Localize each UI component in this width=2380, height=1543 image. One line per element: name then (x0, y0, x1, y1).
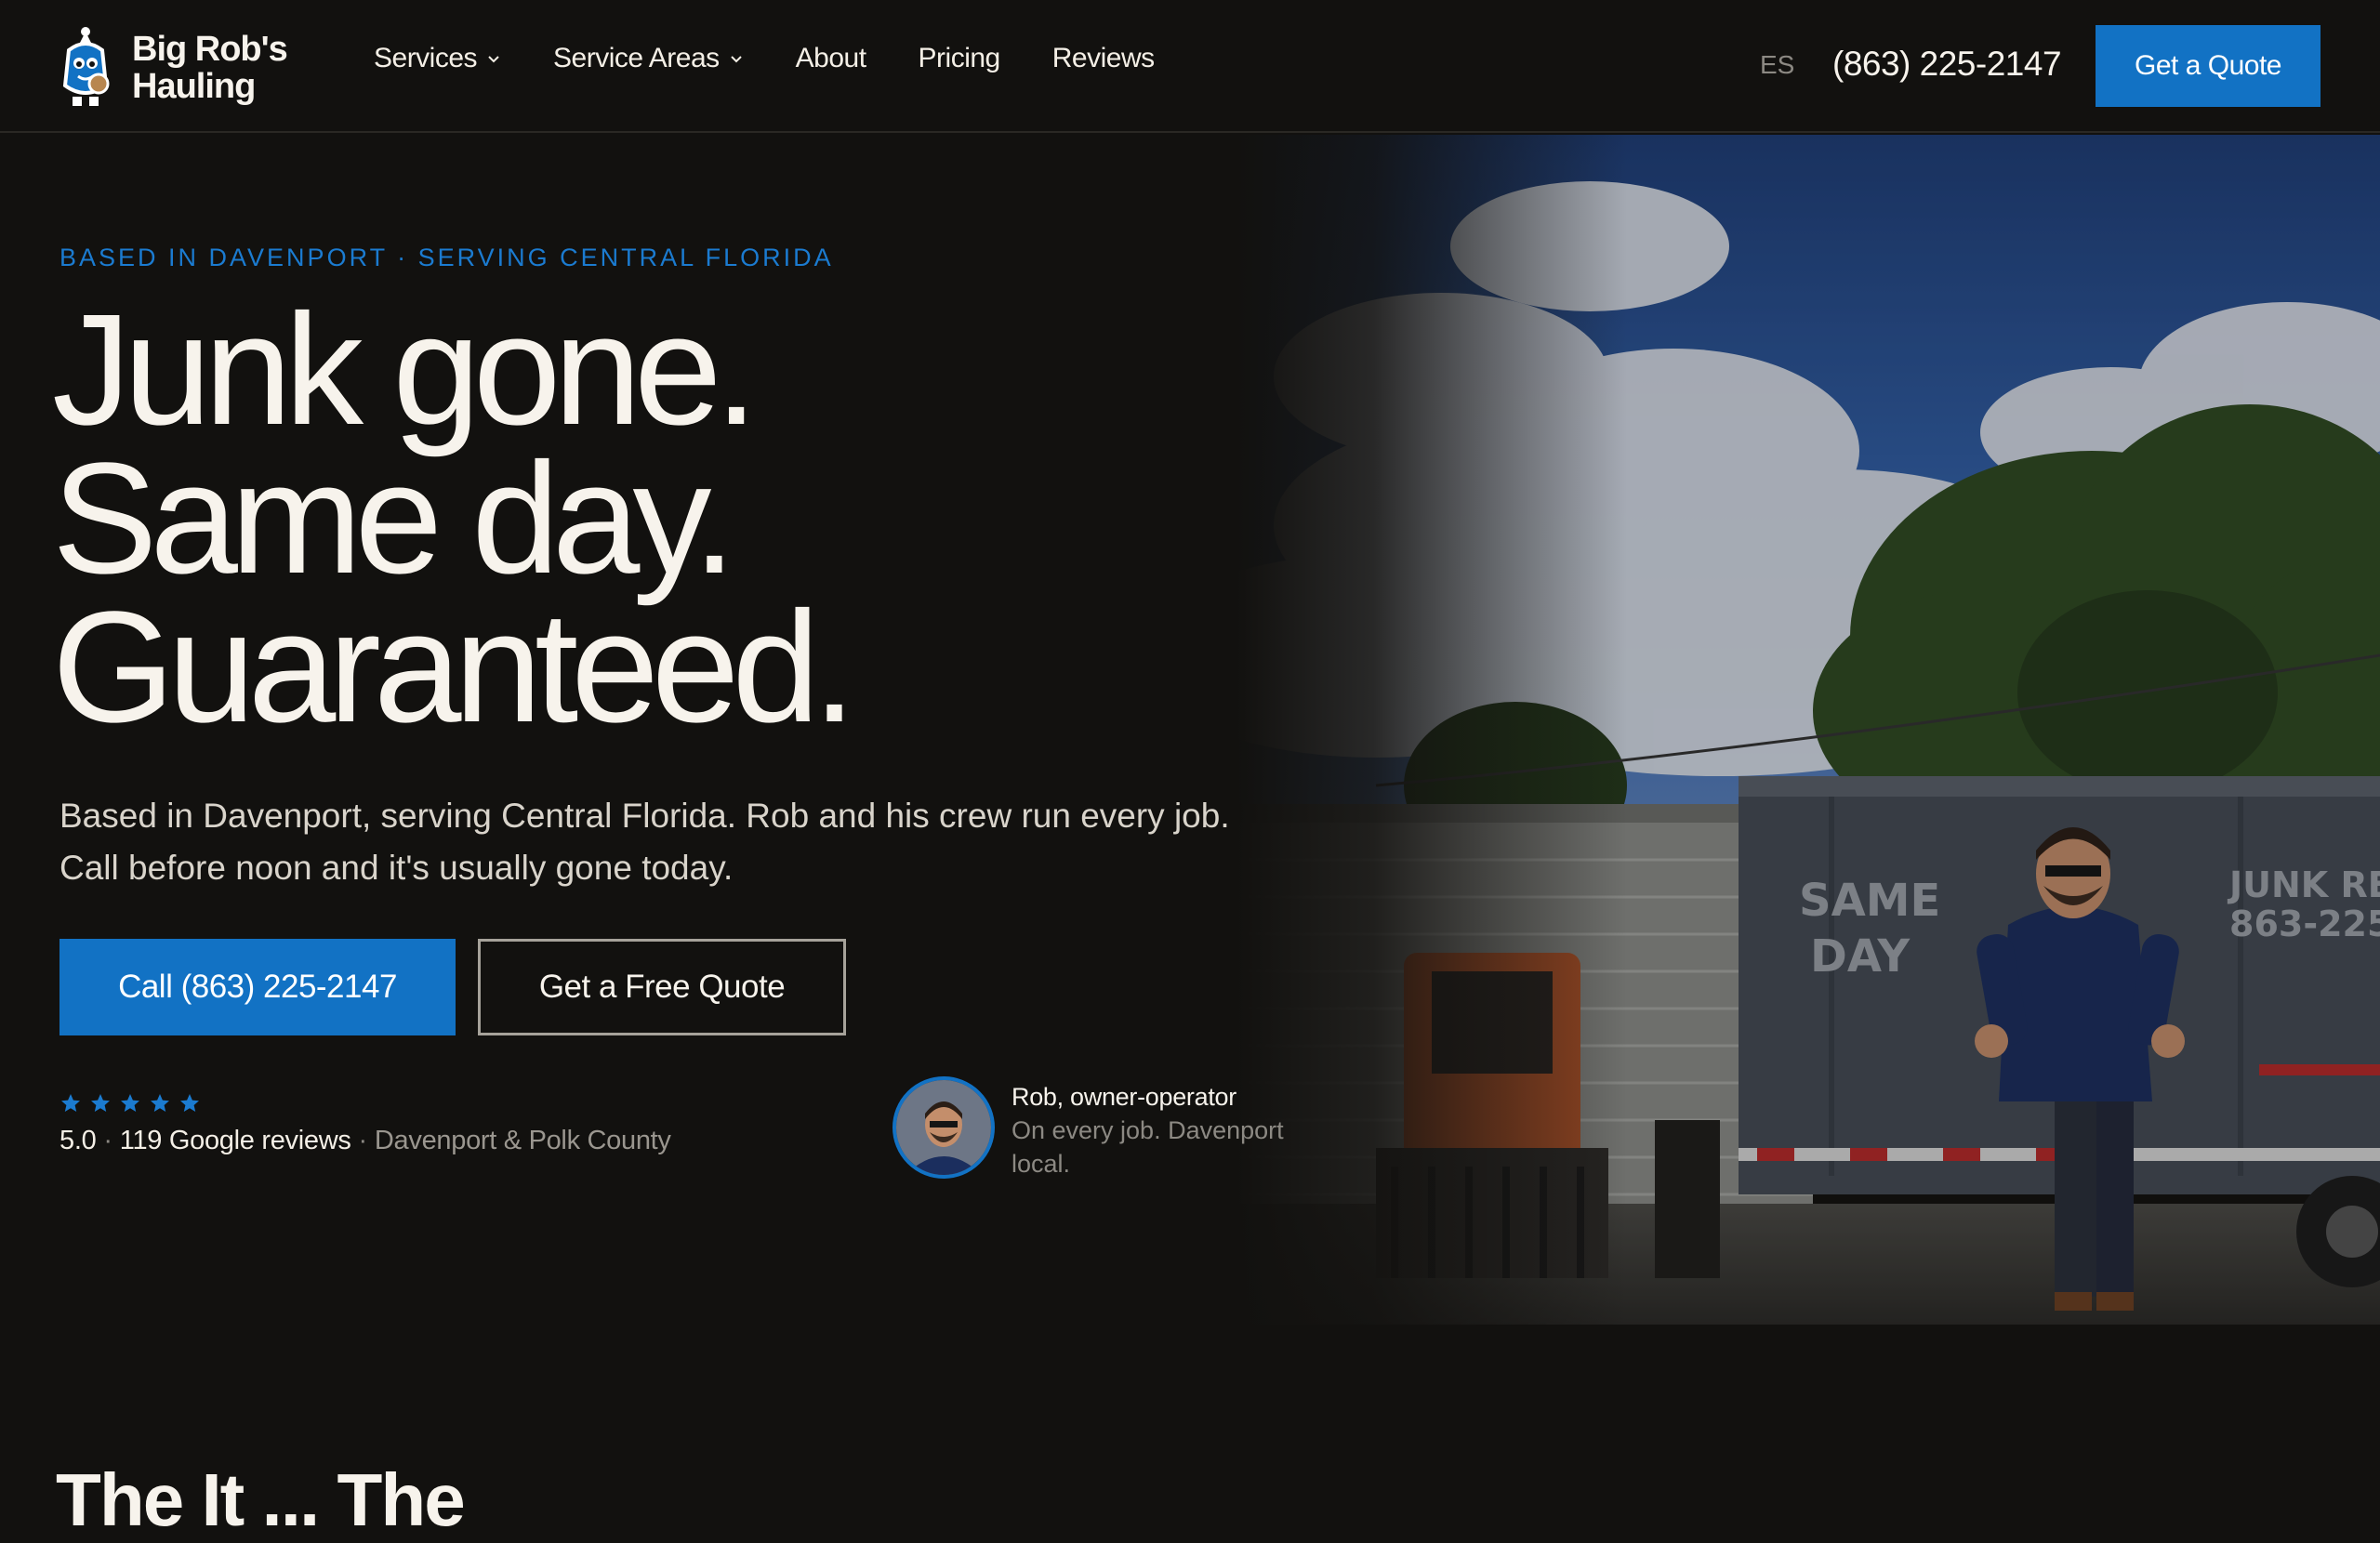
separator-dot: · (358, 1126, 368, 1155)
owner-card: Rob, owner-operator On every job. Davenp… (892, 1076, 1284, 1179)
chevron-down-icon (730, 56, 742, 63)
rating-summary: 5.0 · 119 Google reviews · Davenport & Polk … (60, 1126, 671, 1156)
main-menu: Services Service Areas About Pricing Rev… (374, 43, 1207, 74)
nav-item-services[interactable]: Services (374, 43, 501, 74)
nav-item-label: Reviews (1051, 43, 1155, 73)
owner-portrait (896, 1080, 991, 1175)
language-toggle[interactable]: ES (1760, 50, 1794, 80)
brand-name-line1: Big Rob's (132, 30, 288, 69)
nav-item-label: Pricing (918, 43, 1001, 73)
top-navigation: Big Rob's Hauling Services Service Areas… (0, 0, 2380, 133)
nav-item-pricing[interactable]: Pricing (918, 43, 1001, 74)
nav-item-label: Services (374, 43, 478, 73)
brand-name: Big Rob's Hauling (132, 31, 299, 105)
owner-description: On every job. Davenport local. (1012, 1116, 1284, 1178)
nav-item-reviews[interactable]: Reviews (1052, 43, 1155, 74)
hero-eyebrow: BASED IN DAVENPORT · SERVING CENTRAL FLO… (60, 244, 834, 271)
review-count[interactable]: 119 Google reviews (120, 1126, 351, 1155)
service-area: Davenport & Polk County (374, 1126, 671, 1155)
headline-line-3: Guaranteed. (52, 579, 856, 756)
star-icon (91, 1094, 110, 1112)
star-icon (151, 1094, 169, 1112)
star-icon (180, 1094, 199, 1112)
rating-score: 5.0 (60, 1126, 97, 1155)
hero-photo: SAME DAY JUNK REM 863-225 (1236, 135, 2380, 1325)
headline-line-1: Junk gone. (52, 282, 759, 458)
owner-name: Rob, owner-operator (1012, 1083, 1236, 1111)
nav-item-label: Service Areas (553, 43, 720, 73)
call-phone-button[interactable]: Call (863) 225-2147 (60, 939, 456, 1035)
separator-dot: · (103, 1126, 112, 1155)
next-section-title: The It ... The (56, 1458, 466, 1541)
get-free-quote-button[interactable]: Get a Free Quote (478, 939, 846, 1035)
header-phone-link[interactable]: (863) 225-2147 (1832, 45, 2062, 84)
get-a-quote-button[interactable]: Get a Quote (2096, 25, 2320, 107)
star-icon (121, 1094, 139, 1112)
star-icon (61, 1094, 80, 1112)
owner-text: Rob, owner-operator On every job. Davenp… (1012, 1080, 1346, 1180)
brand-name-line2: Hauling (132, 67, 256, 106)
nav-item-service-areas[interactable]: Service Areas (553, 43, 744, 74)
chevron-down-icon (488, 56, 499, 63)
hero-subtitle-line-2: Call before noon and it's usually gone t… (60, 849, 734, 887)
brand-link[interactable]: Big Rob's Hauling (56, 26, 299, 110)
nav-item-about[interactable]: About (796, 43, 866, 74)
hero-subtitle: Based in Davenport, serving Central Flor… (60, 790, 1361, 894)
rating-stars (60, 1092, 208, 1114)
hero-subtitle-line-1: Based in Davenport, serving Central Flor… (60, 797, 1230, 835)
avatar (892, 1076, 995, 1179)
hero-headline: Junk gone. Same day. Guaranteed. (52, 282, 856, 756)
mascot-logo-icon (62, 27, 110, 106)
nav-item-label: About (795, 43, 866, 73)
headline-line-2: Same day. (52, 430, 736, 607)
